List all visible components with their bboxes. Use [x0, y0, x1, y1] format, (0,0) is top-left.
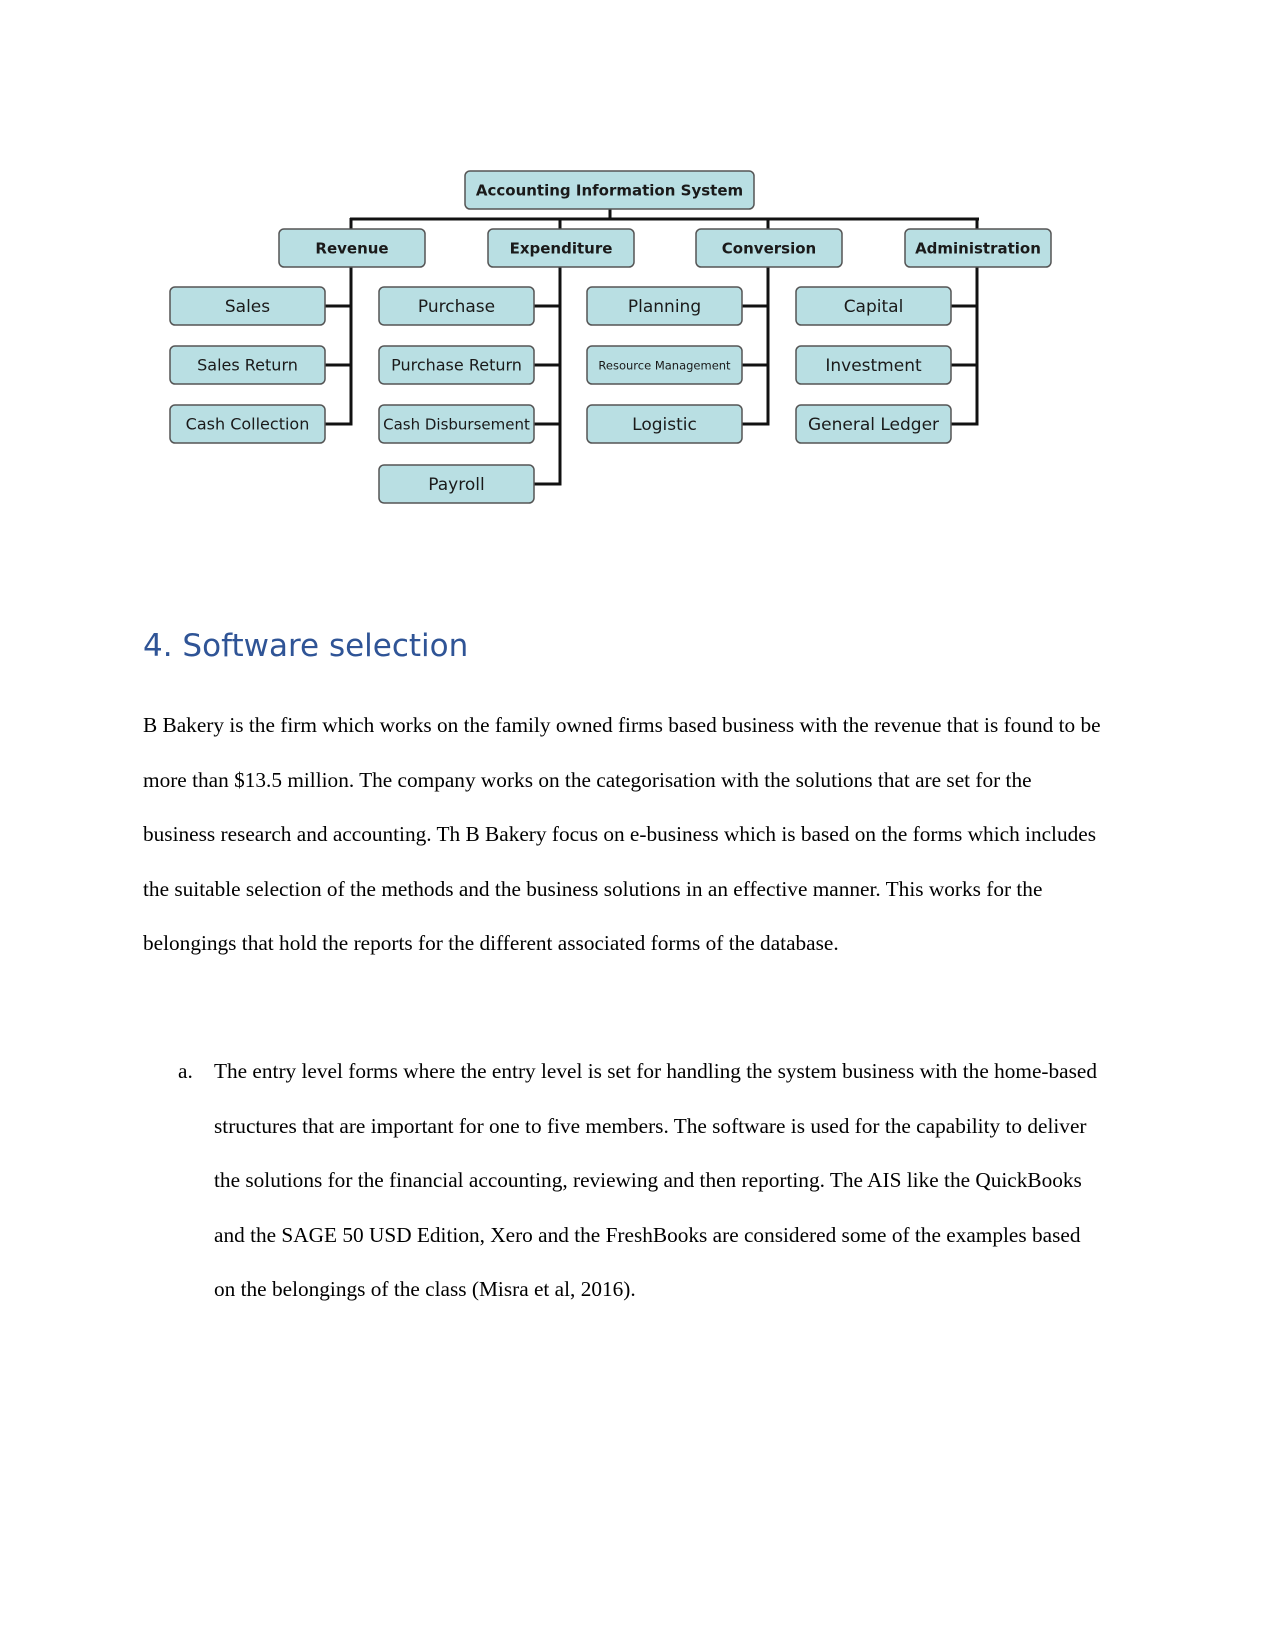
- child-node: Investment: [795, 345, 952, 385]
- list-item-text: The entry level forms where the entry le…: [214, 1059, 1097, 1302]
- node-label: Cash Collection: [186, 415, 310, 434]
- list-marker: a.: [178, 1059, 193, 1083]
- child-node: Logistic: [586, 404, 743, 444]
- root-node: Accounting Information System: [464, 170, 755, 210]
- node-label: Logistic: [632, 415, 697, 435]
- child-node: Resource Management: [586, 345, 743, 385]
- body-paragraph: B Bakery is the firm which works on the …: [143, 713, 1101, 956]
- node-label: Cash Disbursement: [383, 416, 530, 434]
- child-node: Sales Return: [169, 345, 326, 385]
- category-node-expenditure: Expenditure: [487, 228, 635, 268]
- node-label: Sales: [225, 297, 270, 317]
- node-label: Administration: [915, 240, 1041, 258]
- node-label: Resource Management: [598, 359, 731, 373]
- category-node-conversion: Conversion: [695, 228, 843, 268]
- child-node: Sales: [169, 286, 326, 326]
- node-label: Payroll: [428, 475, 484, 495]
- node-label: Conversion: [722, 240, 816, 258]
- node-label: Planning: [628, 297, 701, 317]
- category-node-revenue: Revenue: [278, 228, 426, 268]
- child-node: Cash Disbursement: [378, 404, 535, 444]
- child-node: Purchase Return: [378, 345, 535, 385]
- node-label: Sales Return: [197, 356, 298, 375]
- child-node: General Ledger: [795, 404, 952, 444]
- child-node: Planning: [586, 286, 743, 326]
- accounting-information-system-diagram: Accounting Information System Revenue Sale…: [169, 170, 1052, 504]
- node-label: Expenditure: [510, 240, 613, 258]
- node-label: Capital: [844, 297, 904, 317]
- child-node: Capital: [795, 286, 952, 326]
- section-heading: 4. Software selection: [143, 628, 469, 664]
- category-node-administration: Administration: [904, 228, 1052, 268]
- node-label: Revenue: [315, 240, 388, 258]
- node-label: Purchase Return: [391, 356, 522, 375]
- node-label: Accounting Information System: [476, 182, 743, 200]
- node-label: Purchase: [418, 297, 495, 317]
- node-label: Investment: [825, 356, 922, 376]
- child-node: Payroll: [378, 464, 535, 504]
- node-label: General Ledger: [808, 415, 939, 435]
- ordered-list: a. The entry level forms where the entry…: [143, 1044, 1103, 1317]
- child-node: Purchase: [378, 286, 535, 326]
- list-item: a. The entry level forms where the entry…: [143, 1044, 1103, 1317]
- child-node: Cash Collection: [169, 404, 326, 444]
